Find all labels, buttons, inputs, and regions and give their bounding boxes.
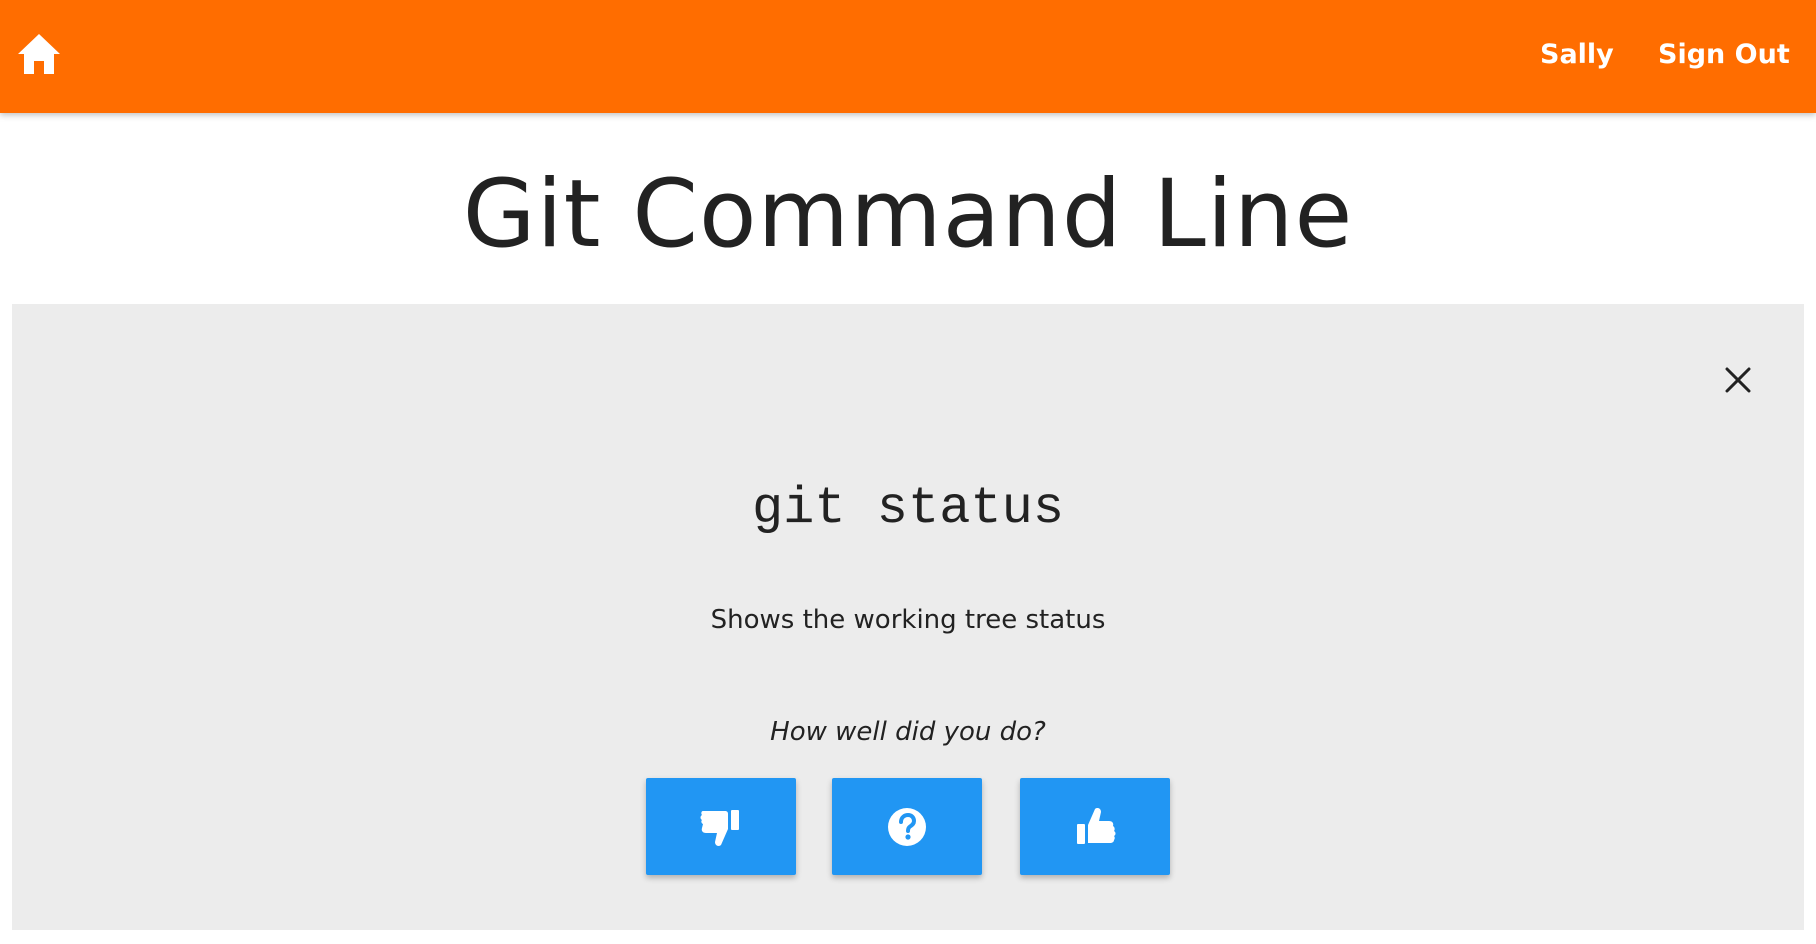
rate-bad-button[interactable] xyxy=(646,778,796,875)
thumbs-down-icon xyxy=(700,809,739,846)
rating-prompt: How well did you do? xyxy=(770,717,1046,747)
close-button[interactable] xyxy=(1712,354,1764,406)
question-circle-icon xyxy=(888,807,926,846)
user-name-link[interactable]: Sally xyxy=(1540,36,1614,74)
rate-good-button[interactable] xyxy=(1020,778,1170,875)
sign-out-link[interactable]: Sign Out xyxy=(1658,36,1790,74)
page-title: Git Command Line xyxy=(462,160,1354,269)
top-navigation-bar: Sally Sign Out xyxy=(0,0,1816,113)
home-button[interactable] xyxy=(16,32,62,76)
rate-unsure-button[interactable] xyxy=(832,778,982,875)
thumbs-up-icon xyxy=(1077,807,1116,844)
flashcard: git status Shows the working tree status… xyxy=(12,304,1804,930)
close-icon xyxy=(1725,367,1751,393)
home-icon xyxy=(18,34,60,74)
command-text: git status xyxy=(751,479,1065,538)
command-description: Shows the working tree status xyxy=(710,605,1106,635)
